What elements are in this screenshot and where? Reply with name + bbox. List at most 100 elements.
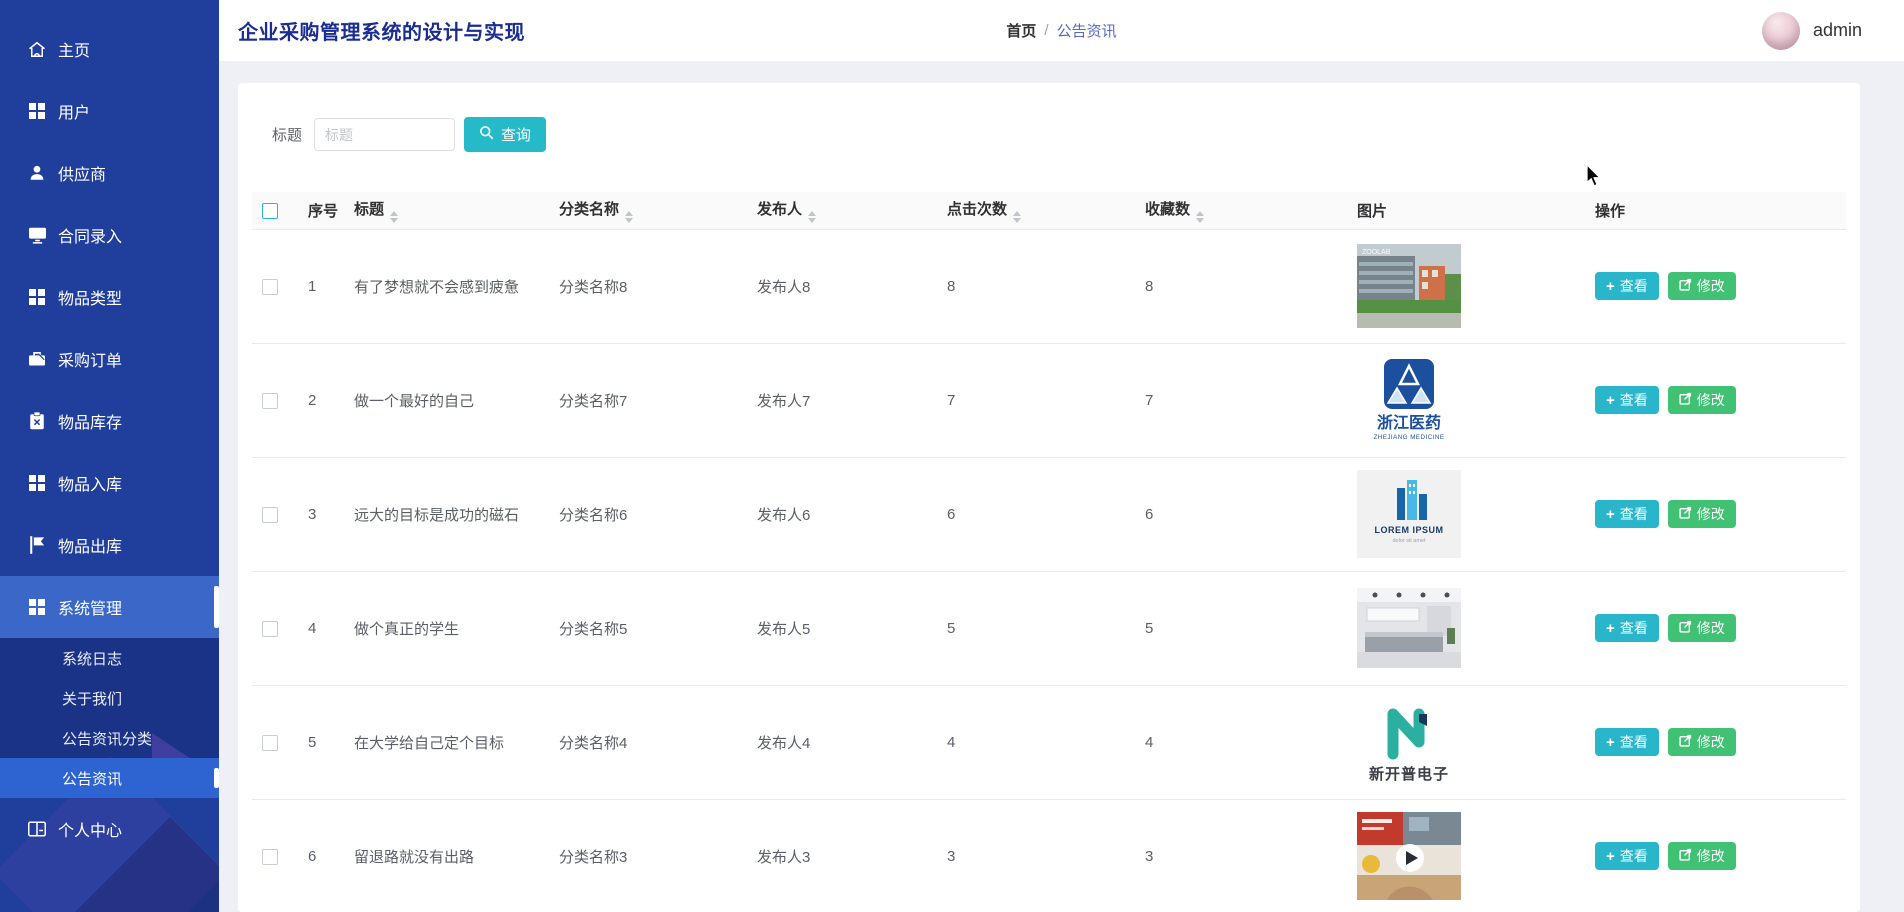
sidebar-item-label: 系统管理 <box>58 595 122 619</box>
breadcrumb-home[interactable]: 首页 <box>1006 20 1036 41</box>
cell-favorites: 5 <box>1135 571 1347 685</box>
column-label: 收藏数 <box>1145 201 1190 218</box>
view-button[interactable]: +查看 <box>1595 614 1659 642</box>
idcard-icon <box>27 821 47 837</box>
column-header-image: 图片 <box>1347 192 1585 229</box>
cell-index: 4 <box>298 571 344 685</box>
sidebar-item-label: 物品类型 <box>58 285 122 309</box>
sidebar-item-label: 供应商 <box>58 161 106 185</box>
column-label: 分类名称 <box>559 201 619 218</box>
edit-icon <box>1679 278 1692 294</box>
sidebar-subitem-announcement-category[interactable]: 公告资讯分类 <box>0 718 219 758</box>
row-checkbox[interactable] <box>262 393 278 409</box>
sidebar-submenu: 系统日志关于我们公告资讯分类公告资讯 <box>0 638 219 798</box>
sort-icon[interactable] <box>1196 211 1204 223</box>
table-row: 2做一个最好的自己分类名称7发布人777浙江医药ZHEJIANG MEDICIN… <box>252 343 1846 457</box>
sidebar-item-label: 主页 <box>58 37 90 61</box>
edit-button[interactable]: 修改 <box>1668 728 1736 756</box>
edit-button[interactable]: 修改 <box>1668 842 1736 870</box>
column-label: 操作 <box>1595 203 1625 220</box>
content-card: 标题 查询 序号标题分类名称发布人点击次数收藏数图片操作 1有了梦想就不会感到疲… <box>238 83 1860 912</box>
edit-button[interactable]: 修改 <box>1668 272 1736 300</box>
sidebar-item-home[interactable]: 主页 <box>0 18 219 80</box>
svg-text:dolor sit amet: dolor sit amet <box>1392 538 1425 544</box>
cell-category: 分类名称5 <box>549 571 747 685</box>
edit-button[interactable]: 修改 <box>1668 386 1736 414</box>
user-box: admin <box>1762 12 1862 50</box>
plus-icon: + <box>1606 279 1615 294</box>
cell-index: 2 <box>298 343 344 457</box>
avatar[interactable] <box>1762 12 1800 50</box>
sidebar-item-contract-entry[interactable]: 合同录入 <box>0 204 219 266</box>
sort-icon[interactable] <box>625 211 633 223</box>
cell-publisher: 发布人8 <box>747 229 937 343</box>
cell-clicks: 5 <box>937 571 1135 685</box>
top-bar: 企业采购管理系统的设计与实现 首页 / 公告资讯 admin <box>219 0 1904 61</box>
cell-favorites: 8 <box>1135 229 1347 343</box>
active-indicator <box>214 586 219 628</box>
cell-category: 分类名称3 <box>549 799 747 912</box>
edit-button[interactable]: 修改 <box>1668 500 1736 528</box>
username: admin <box>1813 20 1862 41</box>
table-row: 5在大学给自己定个目标分类名称4发布人444新开普电子+查看修改 <box>252 685 1846 799</box>
column-header-publisher: 发布人 <box>747 192 937 229</box>
sidebar-subitem-system-log[interactable]: 系统日志 <box>0 638 219 678</box>
sidebar-item-personal-center[interactable]: 个人中心 <box>0 798 219 860</box>
search-input[interactable] <box>314 118 455 151</box>
sidebar-item-label: 用户 <box>58 99 90 123</box>
sidebar-subitem-label: 公告资讯 <box>62 768 122 789</box>
sidebar-item-users[interactable]: 用户 <box>0 80 219 142</box>
sort-icon[interactable] <box>390 211 398 223</box>
cell-title: 做个真正的学生 <box>344 571 549 685</box>
view-button[interactable]: +查看 <box>1595 500 1659 528</box>
row-image-newcapec-logo: 新开普电子 <box>1357 698 1461 786</box>
sidebar-item-supplier[interactable]: 供应商 <box>0 142 219 204</box>
grid-icon <box>27 599 47 615</box>
sidebar-item-item-inbound[interactable]: 物品入库 <box>0 452 219 514</box>
breadcrumb-current[interactable]: 公告资讯 <box>1057 20 1117 41</box>
flag-icon <box>27 536 47 554</box>
announcement-table: 序号标题分类名称发布人点击次数收藏数图片操作 1有了梦想就不会感到疲惫分类名称8… <box>252 192 1846 912</box>
plus-icon: + <box>1606 849 1615 864</box>
row-checkbox[interactable] <box>262 621 278 637</box>
sidebar-item-label: 合同录入 <box>58 223 122 247</box>
cell-clicks: 6 <box>937 457 1135 571</box>
row-checkbox[interactable] <box>262 735 278 751</box>
row-checkbox[interactable] <box>262 507 278 523</box>
search-icon <box>479 125 494 144</box>
column-label: 序号 <box>308 203 338 220</box>
sidebar-item-label: 物品库存 <box>58 409 122 433</box>
view-button[interactable]: +查看 <box>1595 842 1659 870</box>
view-button[interactable]: +查看 <box>1595 728 1659 756</box>
sidebar-item-item-stock[interactable]: 物品库存 <box>0 390 219 452</box>
plus-icon: + <box>1606 735 1615 750</box>
cell-category: 分类名称8 <box>549 229 747 343</box>
sidebar-subitem-about-us[interactable]: 关于我们 <box>0 678 219 718</box>
row-checkbox[interactable] <box>262 849 278 865</box>
clipboard-icon <box>27 412 47 430</box>
sidebar-item-system-management[interactable]: 系统管理 <box>0 576 219 638</box>
select-all-checkbox[interactable] <box>262 203 278 219</box>
sidebar-item-purchase-order[interactable]: 采购订单 <box>0 328 219 390</box>
sidebar-subitem-label: 系统日志 <box>62 648 122 669</box>
row-checkbox[interactable] <box>262 279 278 295</box>
grid-icon <box>27 289 47 305</box>
sidebar-item-item-type[interactable]: 物品类型 <box>0 266 219 328</box>
cell-index: 5 <box>298 685 344 799</box>
sort-icon[interactable] <box>1013 211 1021 223</box>
sidebar-item-item-outbound[interactable]: 物品出库 <box>0 514 219 576</box>
cell-category: 分类名称7 <box>549 343 747 457</box>
sidebar-subitem-announcement[interactable]: 公告资讯 <box>0 758 219 798</box>
briefcase-icon <box>27 351 47 367</box>
edit-icon <box>1679 620 1692 636</box>
view-button[interactable]: +查看 <box>1595 386 1659 414</box>
edit-button[interactable]: 修改 <box>1668 614 1736 642</box>
column-header-actions: 操作 <box>1585 192 1846 229</box>
svg-text:ZHEJIANG MEDICINE: ZHEJIANG MEDICINE <box>1373 434 1444 441</box>
monitor-icon <box>27 227 47 244</box>
plus-icon: + <box>1606 621 1615 636</box>
view-button[interactable]: +查看 <box>1595 272 1659 300</box>
search-button[interactable]: 查询 <box>464 117 546 152</box>
row-image-office-photo <box>1357 584 1461 672</box>
sort-icon[interactable] <box>808 211 816 223</box>
